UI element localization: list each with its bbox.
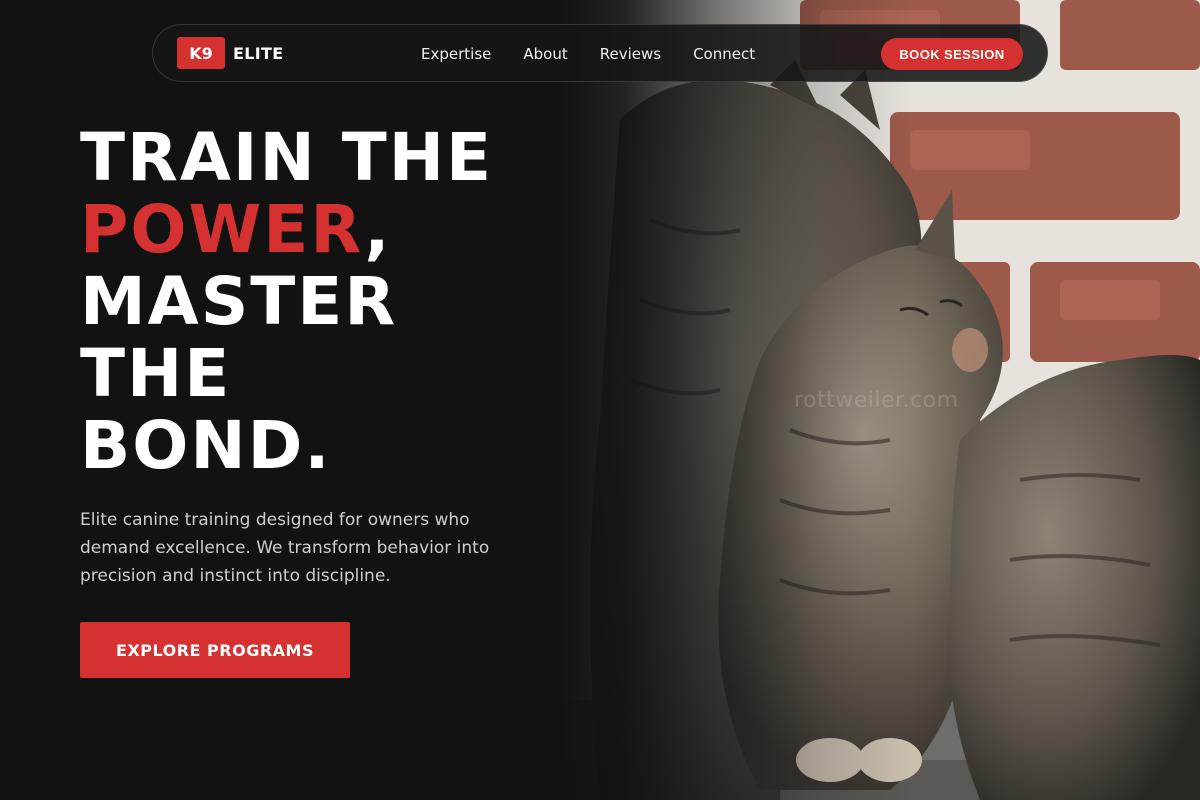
headline-line-4: THE — [80, 335, 232, 412]
nav-links: Expertise About Reviews Connect — [421, 25, 755, 83]
headline-comma: , — [364, 191, 392, 268]
hero-headline: TRAIN THE POWER, MASTER THE BOND. — [80, 122, 600, 482]
nav-link-about[interactable]: About — [523, 45, 567, 63]
explore-programs-button[interactable]: EXPLORE PROGRAMS — [80, 622, 350, 678]
nav-link-expertise[interactable]: Expertise — [421, 45, 491, 63]
hero-subcopy: Elite canine training designed for owner… — [80, 510, 490, 586]
nav-link-reviews[interactable]: Reviews — [600, 45, 661, 63]
brand-logo[interactable]: K9 ELITE — [177, 37, 283, 69]
book-session-button[interactable]: BOOK SESSION — [881, 38, 1023, 70]
nav-link-connect[interactable]: Connect — [693, 45, 755, 63]
image-watermark: rottweiler.com — [794, 388, 959, 413]
top-navigation: K9 ELITE Expertise About Reviews Connect… — [152, 24, 1048, 82]
headline-accent-word: POWER — [80, 191, 365, 268]
hero-image: rottweiler.com — [560, 0, 1200, 800]
headline-line-3: MASTER — [80, 263, 398, 340]
headline-line-2: POWER, — [80, 194, 600, 266]
logo-badge: K9 — [177, 37, 225, 69]
headline-line-5: BOND. — [80, 407, 332, 484]
logo-text: ELITE — [233, 43, 284, 63]
headline-line-1: TRAIN THE — [80, 119, 494, 196]
